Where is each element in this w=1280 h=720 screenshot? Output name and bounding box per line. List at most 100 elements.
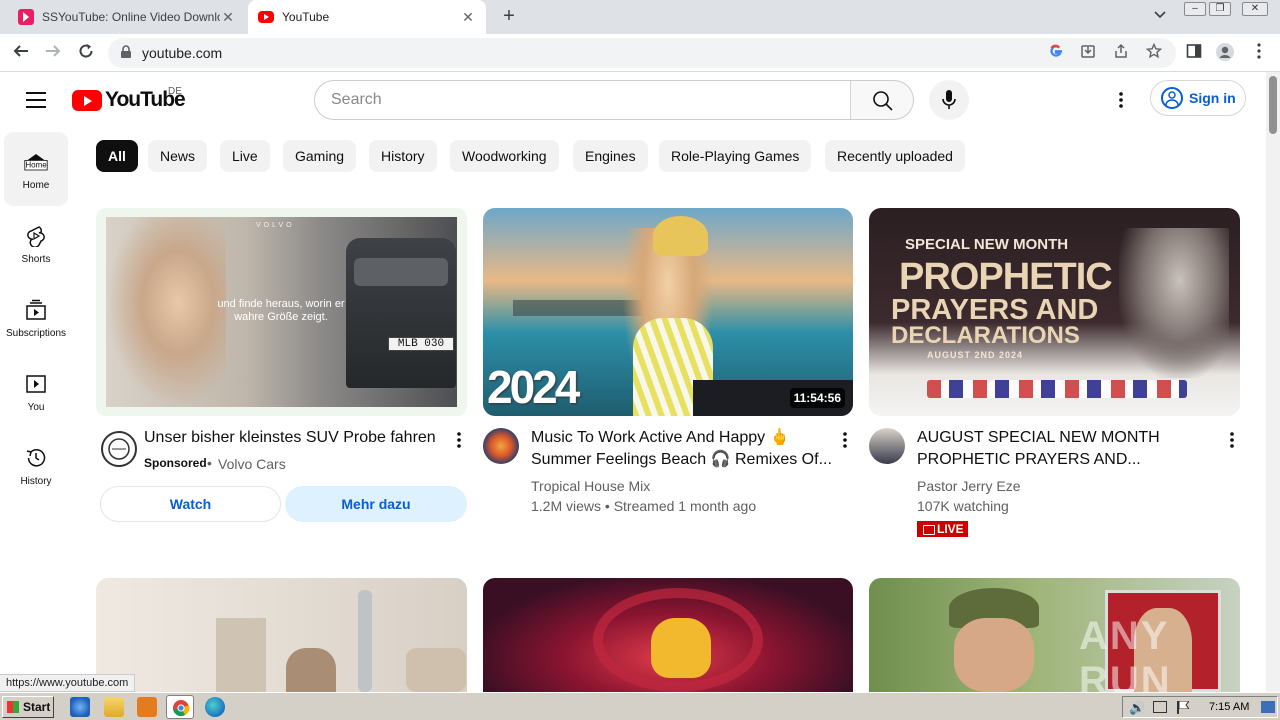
tab-ssyoutube[interactable]: SSYouTube: Online Video Downloader ✕ [8,0,246,34]
minimize-window-icon[interactable]: – [1184,2,1206,16]
chip-recently-uploaded[interactable]: Recently uploaded [825,140,965,172]
video-title-line-1[interactable]: Music To Work Active And Happy 🖕 [531,427,790,449]
folder-icon[interactable] [104,697,124,717]
reload-icon[interactable] [75,42,97,64]
edge-icon[interactable] [205,697,225,717]
sponsored-label: Sponsored [144,456,207,470]
sign-in-button[interactable]: Sign in [1150,80,1246,116]
install-app-icon[interactable] [1078,43,1098,63]
video-more-icon[interactable] [449,430,469,450]
sidebar-item-history[interactable]: History [4,428,68,502]
account-icon [1161,87,1183,109]
start-button[interactable]: Start [2,696,54,718]
tropical-house-channel-avatar[interactable] [483,428,519,464]
tab-youtube[interactable]: YouTube ✕ [248,0,486,34]
settings-more-icon[interactable] [1111,90,1131,110]
internet-explorer-icon[interactable] [70,697,90,717]
sidebar-item-shorts[interactable]: Shorts [4,206,68,280]
voice-search-button[interactable] [929,80,969,120]
video-title-line-1[interactable]: AUGUST SPECIAL NEW MONTH [917,427,1160,449]
chip-woodworking[interactable]: Woodworking [450,140,559,172]
channel-name[interactable]: Pastor Jerry Eze [917,478,1020,494]
ad-thumbnail[interactable]: MLB 030 VOLVO und finde heraus, worin er… [96,208,467,416]
restore-window-icon[interactable]: ❐ [1209,2,1231,16]
chip-all[interactable]: All [96,140,138,172]
video-duration: 11:54:56 [789,388,845,408]
search-input[interactable]: Search [314,80,851,120]
subscriptions-icon [24,298,48,322]
youtube-masthead: YouTube DE Search Sign in [0,72,1266,128]
close-tab-icon[interactable]: ✕ [460,9,476,26]
browser-menu-icon[interactable] [1248,42,1270,64]
video-title-line-2[interactable]: PROPHETIC PRAYERS AND... [917,449,1141,471]
sidebar-item-you[interactable]: You [4,354,68,428]
youtube-favicon [258,11,274,23]
home-icon: Home [24,150,48,174]
pastor-channel-avatar[interactable] [869,428,905,464]
sidebar-item-label: Home [22,180,50,191]
sidebar-item-subscriptions[interactable]: Subscriptions [4,280,68,354]
chip-live[interactable]: Live [220,140,270,172]
forward-arrow-icon[interactable] [42,42,64,64]
scrollbar-thumb[interactable] [1269,76,1277,134]
meta-separator: • [207,455,212,471]
chip-role-playing-games[interactable]: Role-Playing Games [659,140,812,172]
channel-name[interactable]: Tropical House Mix [531,478,650,494]
google-g-icon[interactable] [1046,43,1066,63]
back-arrow-icon[interactable] [10,42,32,64]
video-more-icon[interactable] [835,430,855,450]
video-thumbnail[interactable]: ANY RUN [869,578,1240,692]
action-center-flag-icon[interactable] [1177,701,1189,714]
live-badge: LIVE [917,521,968,537]
tab-search-chevron-icon[interactable] [1150,8,1170,26]
video-thumbnail[interactable] [483,578,853,692]
chrome-taskbar-button[interactable] [166,695,194,719]
url-text: youtube.com [142,45,223,61]
chip-news[interactable]: News [148,140,208,172]
sidebar-item-label: Subscriptions [5,328,67,339]
lock-icon[interactable] [120,45,132,59]
close-tab-icon[interactable]: ✕ [220,9,236,26]
video-thumbnail[interactable] [96,578,467,692]
watch-button[interactable]: Watch [100,486,281,522]
youtube-play-icon [72,89,102,111]
country-code: DE [168,86,182,97]
bookmark-star-icon[interactable] [1144,42,1164,63]
tab-title: SSYouTube: Online Video Downloader [42,10,220,24]
video-thumbnail[interactable]: 2024 11:54:56 [483,208,853,416]
chip-history[interactable]: History [369,140,437,172]
close-window-icon[interactable]: ✕ [1242,2,1268,16]
profile-avatar-icon[interactable] [1214,42,1236,64]
hamburger-menu-icon[interactable] [26,92,46,108]
sidebar-item-label: Shorts [21,254,51,265]
sign-in-label: Sign in [1189,90,1236,106]
new-tab-icon[interactable]: + [498,6,520,28]
search-button[interactable] [850,80,914,120]
thumbnail-text-1: SPECIAL NEW MONTH [905,236,1069,253]
more-info-button[interactable]: Mehr dazu [285,486,467,522]
ssyoutube-favicon [18,9,34,25]
watermark-text: ANY RUN [1079,614,1172,692]
channel-name[interactable]: Volvo Cars [218,456,286,472]
volume-icon[interactable]: 🔊 [1129,700,1145,716]
show-desktop-icon[interactable] [1261,701,1275,713]
youtube-logo[interactable]: YouTube DE [72,86,186,111]
taskbar-clock[interactable]: 7:15 AM [1209,701,1249,713]
page-scrollbar[interactable] [1266,72,1280,692]
side-panel-icon[interactable] [1183,42,1205,64]
volvo-channel-avatar[interactable] [101,431,137,467]
history-icon [24,446,48,470]
sidebar-item-home[interactable]: Home Home [4,132,68,206]
thumbnail-text-2: PROPHETIC [899,256,1113,298]
network-icon[interactable] [1153,701,1167,713]
tab-title: YouTube [282,10,330,24]
video-title-line-2[interactable]: Summer Feelings Beach 🎧 Remixes Of... [531,449,832,471]
chip-engines[interactable]: Engines [573,140,648,172]
chip-gaming[interactable]: Gaming [283,140,357,172]
video-thumbnail[interactable]: SPECIAL NEW MONTH PROPHETIC PRAYERS AND … [869,208,1240,416]
address-bar[interactable]: youtube.com [108,38,1176,68]
media-player-icon[interactable] [137,697,157,717]
share-icon[interactable] [1111,43,1131,63]
video-more-icon[interactable] [1222,430,1242,450]
video-title[interactable]: Unser bisher kleinstes SUV Probe fahren [144,427,444,449]
